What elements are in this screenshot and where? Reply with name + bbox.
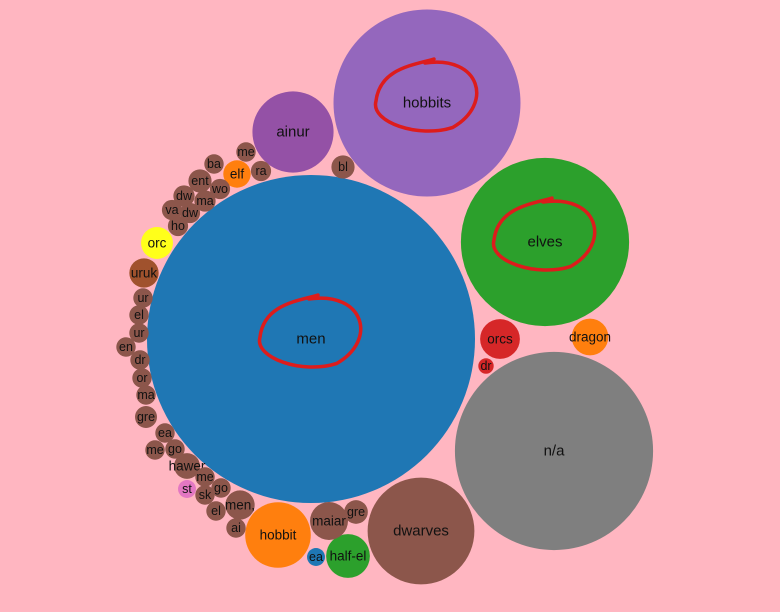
bubble-label: ent [191, 174, 209, 188]
bubble-ai-43[interactable]: ai [226, 518, 246, 538]
bubble-label: va [165, 203, 178, 217]
bubble-label: el [211, 504, 221, 518]
bubble-label: uruk [131, 266, 158, 281]
bubble-label: half-el [330, 549, 367, 564]
bubble-label: ainur [276, 124, 309, 141]
bubble-ma-35[interactable]: ma [136, 385, 156, 405]
bubble-dragon-9[interactable]: dragon [569, 318, 611, 356]
bubble-label: go [168, 442, 182, 456]
bubble-ea-36[interactable]: ea [155, 423, 175, 443]
bubble-label: ba [207, 157, 221, 171]
bubble-ea-45[interactable]: ea [307, 548, 325, 566]
bubble-label: gre [347, 505, 365, 519]
bubble-label: st [182, 482, 192, 496]
bubble-label: sk [199, 488, 212, 502]
bubble-men-12[interactable]: men, [225, 490, 255, 520]
bubble-gre-16[interactable]: gre [344, 500, 368, 524]
bubble-label: wo [211, 182, 228, 196]
bubble-me-37[interactable]: me [145, 440, 165, 460]
bubble-label: ai [231, 521, 241, 535]
bubble-elves-3[interactable]: elves [460, 157, 630, 327]
bubble-me-27[interactable]: me [236, 142, 256, 162]
bubble-label: el [134, 308, 144, 322]
bubble-label: gre [137, 410, 155, 424]
bubble-label: me [196, 470, 213, 484]
bubble-dr-46[interactable]: dr [478, 358, 494, 374]
bubble-label: me [237, 145, 254, 159]
bubble-label: men [296, 331, 325, 348]
bubble-label: ur [133, 326, 144, 340]
bubble-label: ea [158, 426, 172, 440]
bubble-wo-23[interactable]: wo [209, 178, 231, 200]
bubble-me-39[interactable]: me [195, 467, 215, 487]
bubble-ho-26[interactable]: ho [167, 215, 189, 237]
bubble-ra-22[interactable]: ra [250, 160, 272, 182]
bubble-label: n/a [544, 443, 566, 460]
bubble-gre-21[interactable]: gre [135, 406, 157, 428]
bubble-label: dr [480, 359, 491, 373]
bubble-uruk-13[interactable]: uruk [129, 258, 159, 288]
bubble-label: hobbit [260, 528, 297, 543]
bubble-label: men, [225, 498, 255, 513]
bubble-half-el-7[interactable]: half-el [326, 534, 370, 578]
bubble-label: elves [527, 234, 562, 251]
bubble-orc-11[interactable]: orc [141, 227, 173, 259]
bubble-ur-29[interactable]: ur [133, 288, 153, 308]
bubble-bl-18[interactable]: bl [331, 155, 355, 179]
bubble-go-38[interactable]: go [165, 439, 185, 459]
bubble-label: go [214, 481, 228, 495]
bubble-el-42[interactable]: el [206, 501, 226, 521]
bubble-label: elf [230, 167, 245, 182]
bubble-label: orc [148, 236, 167, 251]
bubble-label: ma [137, 388, 154, 402]
bubble-label: dwarves [393, 523, 449, 540]
bubble-label: ea [309, 550, 323, 564]
bubble-st-44[interactable]: st [178, 480, 196, 498]
bubble-label: dragon [569, 330, 611, 345]
bubble-dr-33[interactable]: dr [130, 350, 150, 370]
bubble-men-0[interactable]: men [147, 175, 475, 503]
bubble-hobbits-2[interactable]: hobbits [333, 9, 521, 197]
bubble-label: en [119, 340, 133, 354]
bubble-n-a-1[interactable]: n/a [454, 351, 654, 551]
bubble-label: ma [196, 194, 213, 208]
bubble-label: hobbits [403, 95, 451, 112]
bubble-sk-41[interactable]: sk [195, 485, 215, 505]
bubble-maiar-10[interactable]: maiar [310, 502, 348, 540]
bubble-label: dw [182, 206, 199, 220]
bubble-hobbit-6[interactable]: hobbit [245, 502, 311, 568]
bubble-label: or [136, 371, 147, 385]
bubble-label: bl [338, 160, 348, 174]
bubble-or-34[interactable]: or [132, 368, 152, 388]
bubble-dwarves-4[interactable]: dwarves [367, 477, 475, 585]
bubble-el-30[interactable]: el [129, 305, 149, 325]
bubble-ainur-5[interactable]: ainur [252, 91, 334, 173]
bubble-orcs-8[interactable]: orcs [480, 319, 520, 359]
bubble-label: dw [176, 189, 193, 203]
bubble-chart: men n/a hobbits elves dwarves ainur hobbit half… [0, 0, 780, 607]
bubble-ba-28[interactable]: ba [204, 154, 224, 174]
bubble-label: me [146, 443, 163, 457]
bubble-chart-svg: men n/a hobbits elves dwarves ainur hobbit half… [116, 9, 654, 585]
bubble-label: ur [137, 291, 148, 305]
bubble-label: ho [171, 219, 185, 233]
bubble-label: orcs [487, 332, 513, 347]
bubble-label: dr [134, 353, 145, 367]
bubble-label: ra [255, 164, 266, 178]
bubble-label: maiar [312, 514, 346, 529]
